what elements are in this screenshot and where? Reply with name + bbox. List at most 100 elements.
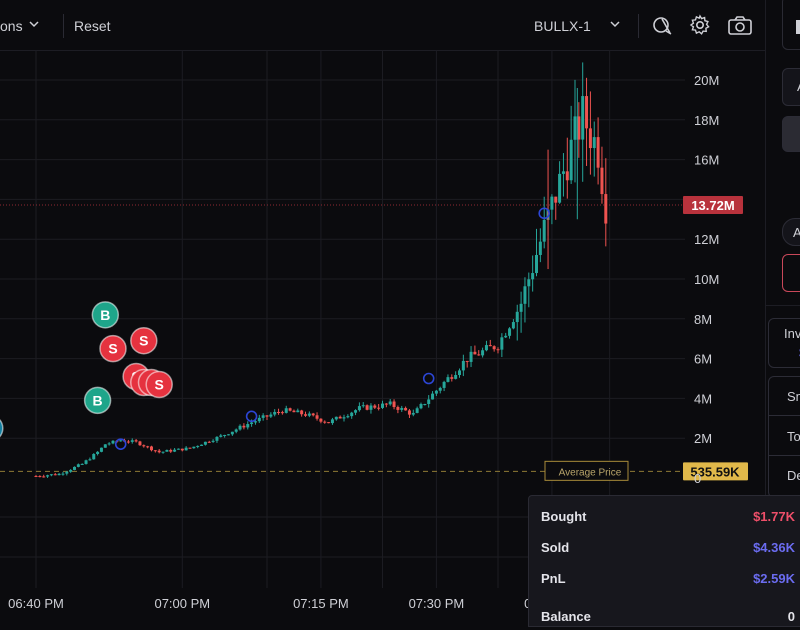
y-tick-label: 8M (694, 312, 712, 327)
candle-body (200, 444, 204, 446)
trade-point (422, 372, 435, 385)
candle-body (334, 416, 338, 420)
panel-action-button[interactable] (782, 254, 800, 292)
candle-body (103, 444, 107, 448)
x-tick-label: 07:00 PM (154, 596, 210, 611)
candle-body (565, 171, 569, 181)
candle-body (473, 351, 477, 355)
candle-body (511, 322, 515, 329)
y-tick-label: 2M (694, 431, 712, 446)
candle-body (84, 460, 88, 464)
candle-body (554, 196, 558, 203)
candle-body (338, 416, 342, 419)
candle-body (596, 137, 600, 168)
candle-body (354, 410, 358, 413)
candle-body (538, 241, 542, 255)
y-tick-label: 12M (694, 232, 719, 247)
candle-body (442, 381, 446, 388)
candle-body (523, 286, 527, 304)
y-tick-label: 10M (694, 272, 719, 287)
indicators-label[interactable]: ons (0, 18, 23, 34)
candle-body (211, 440, 215, 442)
symbol-selector[interactable]: BULLX-1 (534, 18, 591, 34)
detail-divider (769, 455, 800, 456)
candle-body (396, 407, 400, 410)
candle-body (484, 345, 488, 351)
panel-option-box[interactable]: A (782, 68, 800, 106)
bought-value: $1.77K (753, 509, 795, 524)
candle-body (242, 425, 246, 428)
candle-body (319, 418, 323, 422)
candle-body (400, 407, 404, 410)
candle-body (196, 445, 200, 447)
candle-body (438, 387, 442, 391)
db-marker (0, 419, 4, 438)
candle-body (508, 328, 512, 336)
candle-body (88, 459, 92, 461)
balance-label: Balance (541, 609, 591, 624)
candle-body (427, 399, 431, 405)
chevron-down-icon[interactable] (26, 16, 42, 32)
candle-body (223, 434, 227, 436)
candle-body (592, 137, 596, 149)
candle-body (119, 440, 123, 442)
camera-icon[interactable] (727, 14, 753, 36)
candle-body (153, 450, 157, 452)
candle-body (99, 447, 103, 452)
candle-body (431, 393, 435, 400)
invested-box: Inv $ (768, 318, 800, 368)
candle-body (488, 345, 492, 347)
candle-body (454, 375, 458, 379)
candle-body (604, 194, 608, 224)
candle-body (227, 434, 230, 436)
candle-body (423, 404, 427, 406)
candle-body (357, 406, 361, 411)
candle-body (515, 311, 519, 323)
candle-body (311, 413, 315, 416)
candle-body (392, 401, 396, 408)
candle-body (134, 440, 138, 442)
reset-button[interactable]: Reset (74, 18, 111, 34)
candle-body (461, 360, 465, 371)
candle-body (273, 411, 277, 415)
candle-body (434, 390, 438, 394)
buy-marker-label: B (100, 307, 110, 323)
candle-body (535, 254, 538, 274)
candle-body (307, 413, 311, 416)
candle-body (292, 410, 296, 413)
toolbar-divider (638, 14, 639, 38)
detail-label-de: De (787, 468, 800, 483)
sell-marker-label: S (139, 333, 148, 349)
candle-body (176, 448, 180, 450)
candle-body (585, 96, 589, 129)
panel-pill[interactable]: A (782, 218, 800, 246)
candle-body (458, 370, 461, 376)
candle-body (296, 410, 300, 413)
candle-body (581, 96, 585, 140)
candle-body (207, 441, 211, 443)
y-tick-label: 18M (694, 113, 719, 128)
candle-body (330, 419, 334, 424)
candle-body (477, 354, 481, 356)
gear-icon[interactable] (689, 14, 711, 36)
candle-body (600, 167, 604, 195)
panel-input[interactable] (782, 116, 800, 152)
candle-body (369, 405, 373, 410)
pencil-icon[interactable] (651, 14, 673, 36)
detail-label-to: To (787, 429, 800, 444)
candle-body (261, 415, 265, 418)
candle-body (146, 446, 150, 448)
chevron-down-icon[interactable] (607, 16, 623, 32)
candle-body (57, 473, 61, 476)
panel-divider (766, 305, 800, 306)
x-tick-label: 07:15 PM (293, 596, 349, 611)
candle-body (481, 350, 485, 356)
candle-body (373, 405, 377, 408)
chart-toolbar: ons Reset BULLX-1 (0, 0, 765, 51)
candle-body (588, 128, 592, 149)
y-tick-label: 6M (694, 352, 712, 367)
candle-body (219, 435, 223, 437)
candle-body (80, 463, 84, 465)
sell-marker-label: S (108, 341, 117, 357)
candle-body (230, 431, 234, 435)
